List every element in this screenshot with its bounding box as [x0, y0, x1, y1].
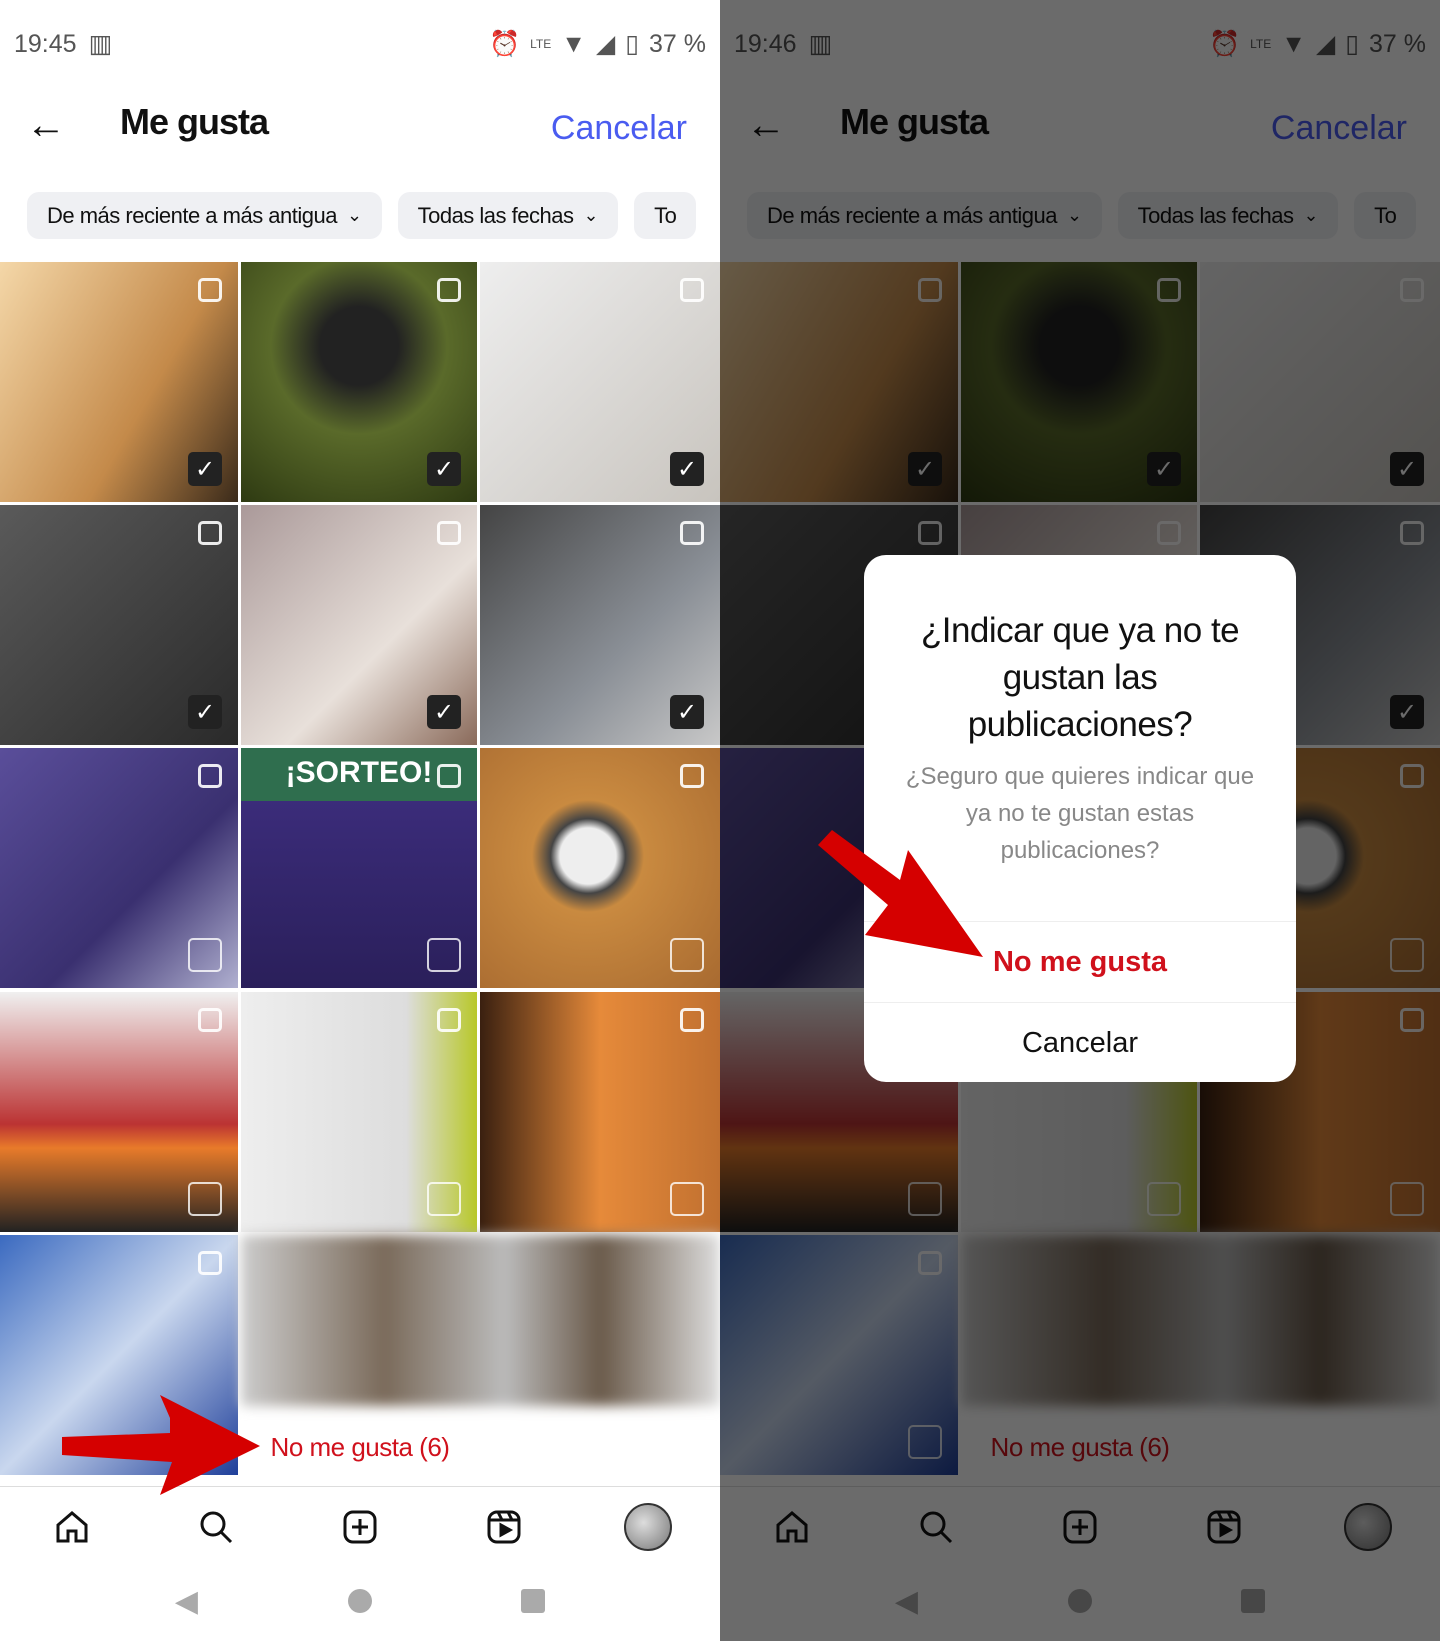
status-bar: 19:45 ▥ ⏰ LTE ▼ ◢ ▯ 37 % [14, 26, 706, 62]
dialog-message: ¿Seguro que quieres indicar que ya no te… [905, 763, 1255, 864]
select-checkbox[interactable] [427, 1182, 461, 1216]
notification-icon: ▥ [88, 30, 113, 58]
select-checkbox[interactable]: ✓ [427, 695, 461, 729]
multi-image-icon [198, 521, 222, 545]
volte-icon: LTE [530, 37, 552, 51]
select-checkbox[interactable] [670, 1182, 704, 1216]
chevron-down-icon: ⌄ [347, 205, 362, 225]
liked-post-tile[interactable] [480, 992, 720, 1232]
filter-chip[interactable]: To [634, 192, 697, 239]
select-checkbox[interactable]: ✓ [188, 695, 222, 729]
liked-post-tile[interactable] [480, 748, 720, 988]
select-checkbox[interactable] [670, 938, 704, 972]
system-back-icon[interactable]: ◀ [175, 1584, 198, 1619]
multi-image-icon [437, 1008, 461, 1032]
liked-post-tile[interactable]: ¡SORTEO! [241, 748, 477, 988]
liked-post-tile[interactable] [241, 992, 477, 1232]
unlike-confirm-dialog: ¿Indicar que ya no te gustan las publica… [864, 555, 1296, 1082]
multi-image-icon [198, 278, 222, 302]
phone-screen-1: 19:45 ▥ ⏰ LTE ▼ ◢ ▯ 37 % ← Me gusta Cancelar … [0, 0, 720, 1641]
signal-icon: ◢ [596, 30, 616, 58]
status-time: 19:45 [14, 29, 77, 58]
liked-post-tile[interactable]: ✓ [241, 505, 477, 745]
battery-level: 37 % [649, 29, 706, 58]
profile-avatar[interactable] [624, 1503, 672, 1551]
bottom-nav [0, 1487, 720, 1567]
multi-image-icon [437, 278, 461, 302]
reels-icon[interactable] [480, 1503, 528, 1551]
system-recents-icon[interactable] [521, 1589, 546, 1613]
blurred-post-area [241, 1235, 720, 1406]
multi-image-icon [198, 1008, 222, 1032]
select-checkbox[interactable] [188, 938, 222, 972]
multi-image-icon [680, 521, 704, 545]
confirm-unlike-button[interactable]: No me gusta [864, 921, 1296, 1001]
multi-image-icon [680, 278, 704, 302]
filter-label: De más reciente a más antigua [47, 202, 338, 228]
multi-image-icon [680, 764, 704, 788]
search-icon[interactable] [192, 1503, 240, 1551]
home-icon[interactable] [48, 1503, 96, 1551]
filter-chips: De más reciente a más antigua⌄Todas las … [27, 192, 697, 239]
back-arrow-icon[interactable]: ← [26, 103, 66, 148]
dialog-cancel-button[interactable]: Cancelar [864, 1002, 1296, 1082]
filter-chip[interactable]: De más reciente a más antigua ⌄ [27, 192, 382, 239]
battery-icon: ▯ [625, 30, 640, 58]
filter-label: Todas las fechas [417, 202, 574, 228]
dialog-title: ¿Indicar que ya no te gustan las publica… [920, 611, 1240, 744]
create-icon[interactable] [336, 1503, 384, 1551]
select-checkbox[interactable] [188, 1182, 222, 1216]
cancel-selection-button[interactable]: Cancelar [551, 109, 687, 148]
filter-label: To [654, 202, 677, 228]
alarm-icon: ⏰ [489, 29, 521, 58]
select-checkbox[interactable]: ✓ [427, 452, 461, 486]
select-checkbox[interactable]: ✓ [188, 452, 222, 486]
page-title: Me gusta [120, 101, 269, 142]
system-home-icon[interactable] [347, 1589, 372, 1613]
liked-post-tile[interactable]: ✓ [0, 505, 238, 745]
select-checkbox[interactable]: ✓ [670, 695, 704, 729]
multi-image-icon [680, 1008, 704, 1032]
liked-post-tile[interactable]: ✓ [480, 505, 720, 745]
wifi-icon: ▼ [561, 29, 587, 58]
liked-post-tile[interactable]: ✓ [0, 262, 238, 502]
system-nav: ◀ [0, 1575, 720, 1627]
multi-image-icon [437, 521, 461, 545]
liked-post-tile[interactable]: ✓ [480, 262, 720, 502]
multi-image-icon [198, 764, 222, 788]
liked-post-tile[interactable] [0, 748, 238, 988]
select-checkbox[interactable]: ✓ [670, 452, 704, 486]
select-checkbox[interactable] [427, 938, 461, 972]
filter-chip[interactable]: Todas las fechas ⌄ [397, 192, 619, 239]
multi-image-icon [437, 764, 461, 788]
header: ← Me gusta Cancelar [0, 95, 720, 155]
liked-posts-grid: ✓ ✓ ✓ ✓ ✓ ✓ ¡SORTEO! [0, 262, 720, 1475]
unlike-selected-button[interactable]: No me gusta (6) [0, 1408, 720, 1487]
liked-post-tile[interactable] [0, 992, 238, 1232]
chevron-down-icon: ⌄ [583, 205, 599, 225]
multi-image-icon [198, 1251, 222, 1275]
liked-post-tile[interactable]: ✓ [241, 262, 477, 502]
